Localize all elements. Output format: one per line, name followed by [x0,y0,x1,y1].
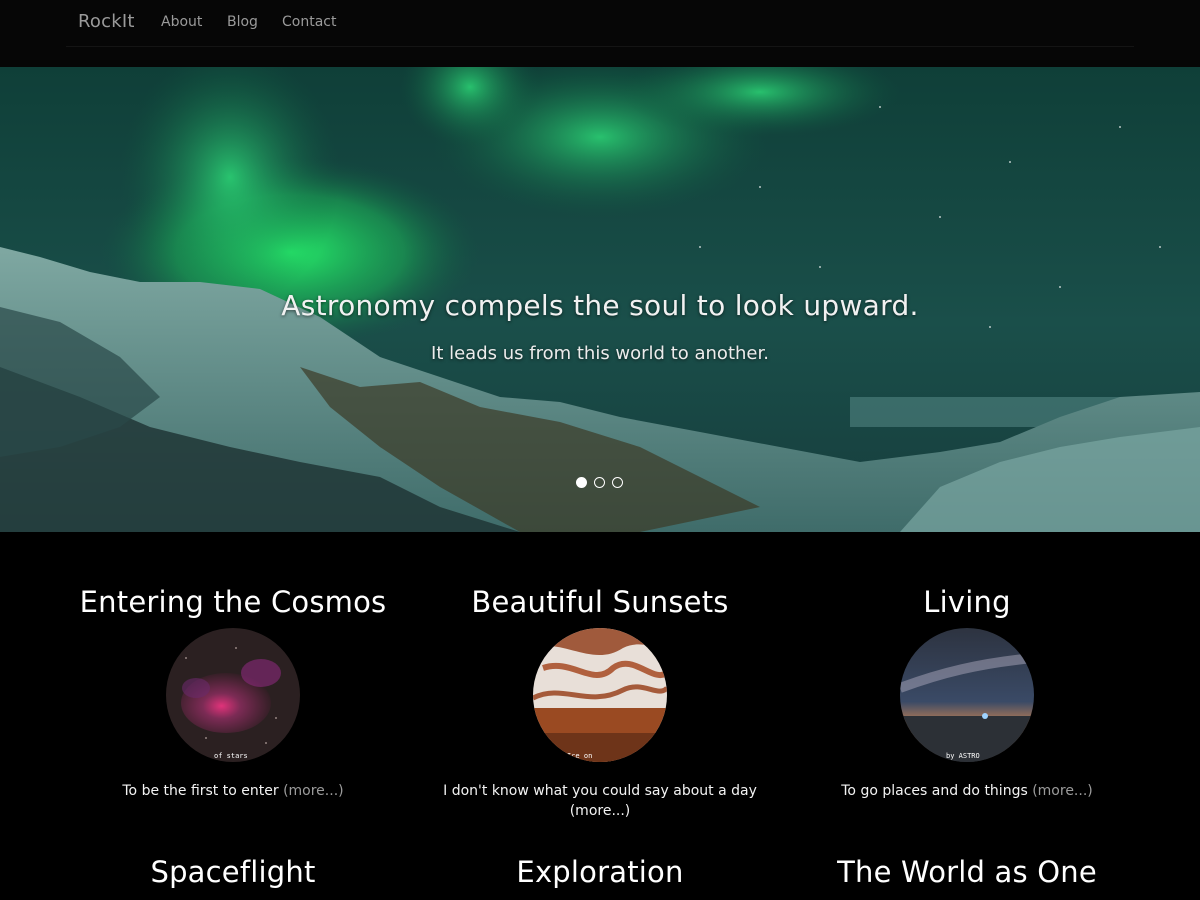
feature-thumbnail-cosmos: of stars [166,628,300,762]
feature-thumbnail-living: by ASTRO [900,628,1034,762]
thumb-caption: Ice on [567,752,592,760]
navbar: RockIt About Blog Contact [0,0,1200,67]
hero-caption-title: Astronomy compels the soul to look upwar… [281,289,919,322]
carousel-indicators [576,477,626,489]
carousel-indicator-1[interactable] [576,477,587,488]
feature-title: The World as One [837,855,1097,889]
brand-logo[interactable]: RockIt [78,11,135,32]
feature-column-1: Entering the Cosmos of stars To be the f… [43,585,423,815]
feature-description: To go places and do things (more...) [777,781,1157,801]
feature-column-4: Spaceflight [43,855,423,889]
thumb-caption: of stars [214,752,248,760]
hero-carousel[interactable]: Astronomy compels the soul to look upwar… [0,67,1200,532]
hero-caption-subtitle: It leads us from this world to another. [431,343,769,364]
feature-thumbnail-sunsets: Ice on [533,628,667,762]
more-link[interactable]: (more...) [570,803,631,819]
feature-title: Spaceflight [150,855,316,889]
more-link[interactable]: (more...) [283,783,344,799]
nav-link-about[interactable]: About [161,14,202,30]
nav-link-blog[interactable]: Blog [227,14,258,30]
feature-description-text: I don't know what you could say about a … [443,783,757,799]
nav-link-contact[interactable]: Contact [282,14,336,30]
feature-column-3: Living by ASTRO To go places and do thin… [777,585,1157,815]
feature-description-text: To go places and do things [841,783,1028,799]
feature-description: I don't know what you could say about a … [410,781,790,821]
feature-description: To be the first to enter (more...) [43,781,423,801]
feature-title: Entering the Cosmos [79,585,387,619]
feature-column-6: The World as One [777,855,1157,889]
feature-column-2: Beautiful Sunsets Ice on I don't know wh… [410,585,790,825]
feature-title: Beautiful Sunsets [471,585,729,619]
feature-title: Exploration [516,855,684,889]
carousel-indicator-2[interactable] [594,477,605,488]
carousel-indicator-3[interactable] [612,477,623,488]
feature-description-text: To be the first to enter [122,783,279,799]
thumb-caption: by ASTRO [946,752,980,760]
feature-title: Living [923,585,1011,619]
feature-column-5: Exploration [410,855,790,889]
more-link[interactable]: (more...) [1032,783,1093,799]
navbar-container: RockIt About Blog Contact [66,0,1134,47]
